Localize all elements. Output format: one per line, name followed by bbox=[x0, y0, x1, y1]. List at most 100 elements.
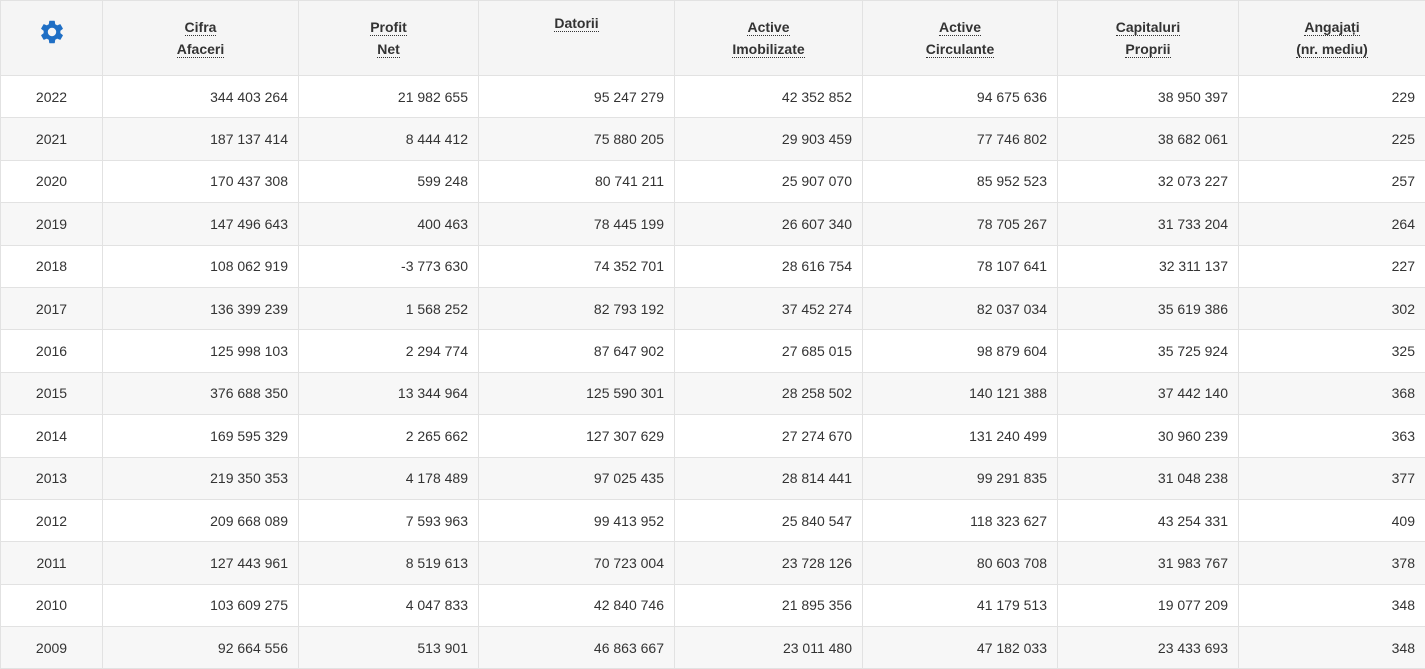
profit-net-cell: 7 593 963 bbox=[299, 499, 479, 541]
angajati-cell: 229 bbox=[1239, 76, 1425, 118]
year-cell: 2012 bbox=[1, 499, 103, 541]
capitaluri-proprii-cell: 43 254 331 bbox=[1058, 499, 1239, 541]
capitaluri-proprii-cell: 38 950 397 bbox=[1058, 76, 1239, 118]
header-active-circulante[interactable]: ActiveCirculante bbox=[863, 1, 1058, 76]
angajati-cell: 257 bbox=[1239, 160, 1425, 202]
cifra-afaceri-cell: 103 609 275 bbox=[103, 584, 299, 626]
profit-net-cell: 8 519 613 bbox=[299, 542, 479, 584]
table-row: 2013219 350 3534 178 48997 025 43528 814… bbox=[1, 457, 1425, 499]
year-cell: 2014 bbox=[1, 415, 103, 457]
year-cell: 2022 bbox=[1, 76, 103, 118]
capitaluri-proprii-cell: 37 442 140 bbox=[1058, 372, 1239, 414]
angajati-cell: 409 bbox=[1239, 499, 1425, 541]
header-profit-net[interactable]: ProfitNet bbox=[299, 1, 479, 76]
capitaluri-proprii-cell: 32 311 137 bbox=[1058, 245, 1239, 287]
profit-net-cell: 400 463 bbox=[299, 203, 479, 245]
year-cell: 2010 bbox=[1, 584, 103, 626]
angajati-cell: 348 bbox=[1239, 627, 1425, 669]
header-active-imobilizate[interactable]: ActiveImobilizate bbox=[675, 1, 863, 76]
cifra-afaceri-cell: 187 137 414 bbox=[103, 118, 299, 160]
table-row: 2015376 688 35013 344 964125 590 30128 2… bbox=[1, 372, 1425, 414]
table-row: 2014169 595 3292 265 662127 307 62927 27… bbox=[1, 415, 1425, 457]
gear-icon[interactable] bbox=[38, 18, 66, 46]
cifra-afaceri-cell: 136 399 239 bbox=[103, 287, 299, 329]
capitaluri-proprii-cell: 30 960 239 bbox=[1058, 415, 1239, 457]
table-row: 2016125 998 1032 294 77487 647 90227 685… bbox=[1, 330, 1425, 372]
active-circulante-cell: 99 291 835 bbox=[863, 457, 1058, 499]
year-cell: 2019 bbox=[1, 203, 103, 245]
table-row: 2022344 403 26421 982 65595 247 27942 35… bbox=[1, 76, 1425, 118]
cifra-afaceri-cell: 209 668 089 bbox=[103, 499, 299, 541]
datorii-cell: 87 647 902 bbox=[479, 330, 675, 372]
datorii-cell: 82 793 192 bbox=[479, 287, 675, 329]
capitaluri-proprii-cell: 35 725 924 bbox=[1058, 330, 1239, 372]
year-cell: 2009 bbox=[1, 627, 103, 669]
header-capitaluri-proprii[interactable]: CapitaluriProprii bbox=[1058, 1, 1239, 76]
active-circulante-cell: 77 746 802 bbox=[863, 118, 1058, 160]
angajati-cell: 378 bbox=[1239, 542, 1425, 584]
header-cifra-afaceri[interactable]: CifraAfaceri bbox=[103, 1, 299, 76]
profit-net-cell: 8 444 412 bbox=[299, 118, 479, 160]
profit-net-cell: 599 248 bbox=[299, 160, 479, 202]
cifra-afaceri-cell: 219 350 353 bbox=[103, 457, 299, 499]
settings-cell[interactable] bbox=[1, 1, 103, 76]
table-row: 2010103 609 2754 047 83342 840 74621 895… bbox=[1, 584, 1425, 626]
datorii-cell: 99 413 952 bbox=[479, 499, 675, 541]
cifra-afaceri-cell: 125 998 103 bbox=[103, 330, 299, 372]
active-imobilizate-cell: 21 895 356 bbox=[675, 584, 863, 626]
active-circulante-cell: 80 603 708 bbox=[863, 542, 1058, 584]
active-circulante-cell: 78 705 267 bbox=[863, 203, 1058, 245]
active-imobilizate-cell: 26 607 340 bbox=[675, 203, 863, 245]
active-imobilizate-cell: 27 274 670 bbox=[675, 415, 863, 457]
cifra-afaceri-cell: 147 496 643 bbox=[103, 203, 299, 245]
header-datorii[interactable]: Datorii bbox=[479, 1, 675, 76]
capitaluri-proprii-cell: 23 433 693 bbox=[1058, 627, 1239, 669]
table-row: 2011127 443 9618 519 61370 723 00423 728… bbox=[1, 542, 1425, 584]
datorii-cell: 125 590 301 bbox=[479, 372, 675, 414]
angajati-cell: 302 bbox=[1239, 287, 1425, 329]
year-cell: 2013 bbox=[1, 457, 103, 499]
cifra-afaceri-cell: 344 403 264 bbox=[103, 76, 299, 118]
active-imobilizate-cell: 28 616 754 bbox=[675, 245, 863, 287]
datorii-cell: 80 741 211 bbox=[479, 160, 675, 202]
year-cell: 2015 bbox=[1, 372, 103, 414]
profit-net-cell: -3 773 630 bbox=[299, 245, 479, 287]
datorii-cell: 78 445 199 bbox=[479, 203, 675, 245]
capitaluri-proprii-cell: 31 983 767 bbox=[1058, 542, 1239, 584]
profit-net-cell: 513 901 bbox=[299, 627, 479, 669]
angajati-cell: 377 bbox=[1239, 457, 1425, 499]
active-circulante-cell: 131 240 499 bbox=[863, 415, 1058, 457]
cifra-afaceri-cell: 376 688 350 bbox=[103, 372, 299, 414]
angajati-cell: 227 bbox=[1239, 245, 1425, 287]
active-circulante-cell: 98 879 604 bbox=[863, 330, 1058, 372]
header-angajati[interactable]: Angajați(nr. mediu) bbox=[1239, 1, 1425, 76]
profit-net-cell: 21 982 655 bbox=[299, 76, 479, 118]
datorii-cell: 95 247 279 bbox=[479, 76, 675, 118]
profit-net-cell: 4 178 489 bbox=[299, 457, 479, 499]
table-row: 2017136 399 2391 568 25282 793 19237 452… bbox=[1, 287, 1425, 329]
table-row: 2019147 496 643400 46378 445 19926 607 3… bbox=[1, 203, 1425, 245]
active-circulante-cell: 118 323 627 bbox=[863, 499, 1058, 541]
table-row: 200992 664 556513 90146 863 66723 011 48… bbox=[1, 627, 1425, 669]
profit-net-cell: 1 568 252 bbox=[299, 287, 479, 329]
angajati-cell: 225 bbox=[1239, 118, 1425, 160]
angajati-cell: 363 bbox=[1239, 415, 1425, 457]
angajati-cell: 368 bbox=[1239, 372, 1425, 414]
table-row: 2012209 668 0897 593 96399 413 95225 840… bbox=[1, 499, 1425, 541]
year-cell: 2017 bbox=[1, 287, 103, 329]
active-imobilizate-cell: 28 258 502 bbox=[675, 372, 863, 414]
capitaluri-proprii-cell: 38 682 061 bbox=[1058, 118, 1239, 160]
datorii-cell: 74 352 701 bbox=[479, 245, 675, 287]
datorii-cell: 42 840 746 bbox=[479, 584, 675, 626]
angajati-cell: 348 bbox=[1239, 584, 1425, 626]
profit-net-cell: 2 294 774 bbox=[299, 330, 479, 372]
active-imobilizate-cell: 28 814 441 bbox=[675, 457, 863, 499]
active-imobilizate-cell: 25 840 547 bbox=[675, 499, 863, 541]
datorii-cell: 127 307 629 bbox=[479, 415, 675, 457]
table-row: 2020170 437 308599 24880 741 21125 907 0… bbox=[1, 160, 1425, 202]
active-imobilizate-cell: 37 452 274 bbox=[675, 287, 863, 329]
active-circulante-cell: 41 179 513 bbox=[863, 584, 1058, 626]
year-cell: 2011 bbox=[1, 542, 103, 584]
capitaluri-proprii-cell: 35 619 386 bbox=[1058, 287, 1239, 329]
header-row: CifraAfaceri ProfitNet Datorii ActiveImo… bbox=[1, 1, 1425, 76]
